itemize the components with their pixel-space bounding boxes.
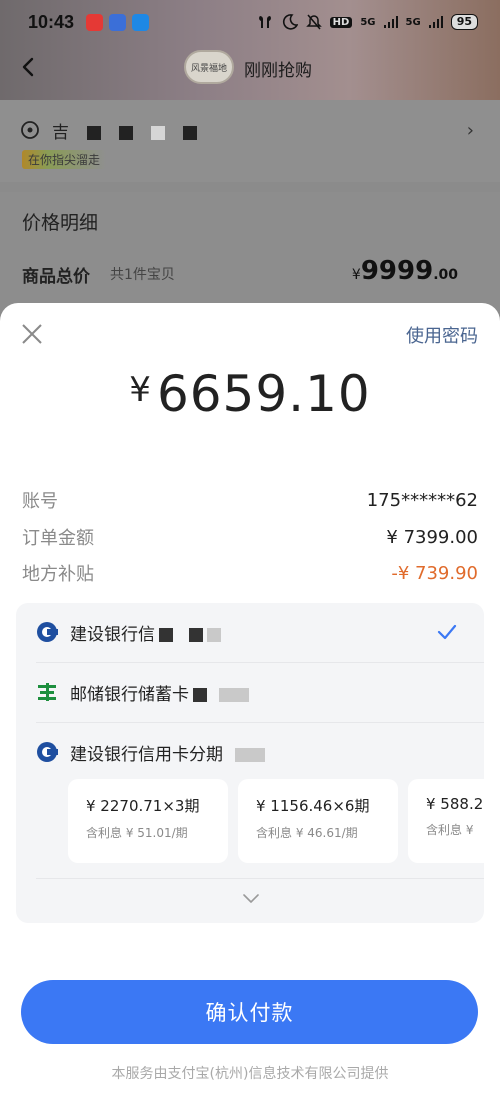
price-detail-title: 价格明细 [22, 212, 99, 234]
payment-method-psbc-debit[interactable]: 邮储银行储蓄卡 [16, 663, 484, 721]
installment-plan-12[interactable]: ¥ 588.2 含利息 ¥ [408, 779, 484, 863]
battery-icon: 95 [450, 14, 478, 30]
plan-interest: 含利息 ¥ 51.01/期 [86, 826, 188, 840]
network-5g-2: 5G [405, 16, 421, 28]
payment-method-ccb-installment[interactable]: 建设银行信用卡分期 [16, 723, 484, 781]
detail-value: ¥ 7399.00 [386, 526, 478, 548]
close-icon[interactable] [20, 322, 44, 346]
use-password-link[interactable]: 使用密码 [406, 322, 478, 348]
detail-row-order-amount: 订单金额 ¥ 7399.00 [22, 524, 478, 550]
method-name: 邮储银行储蓄卡 [70, 684, 189, 705]
detail-value: 175******62 [366, 489, 478, 511]
app-icon-2 [109, 13, 127, 31]
redacted-block [219, 687, 249, 702]
payment-method-ccb-credit[interactable]: 建设银行信 [16, 603, 484, 661]
shop-name[interactable]: 刚刚抢购 [244, 56, 312, 81]
chevron-right-icon: › [466, 120, 474, 141]
plan-interest: 含利息 ¥ 46.61/期 [256, 826, 358, 840]
installment-plan-3[interactable]: ¥ 2270.71×3期 含利息 ¥ 51.01/期 [68, 779, 228, 863]
redacted-block [151, 126, 165, 140]
signal-icon [428, 16, 443, 28]
ccb-bank-icon [37, 622, 58, 642]
detail-key: 账号 [22, 491, 58, 512]
redacted-block [235, 747, 265, 762]
ccb-bank-icon [37, 742, 58, 762]
method-name: 建设银行信 [70, 624, 155, 645]
price-detail-card: 价格明细 商品总价 共1件宝贝 ¥9999.00 [0, 192, 500, 312]
installment-plans: ¥ 2270.71×3期 含利息 ¥ 51.01/期 ¥ 1156.46×6期 … [68, 779, 484, 865]
network-5g-1: 5G [360, 16, 376, 28]
goods-price-dec: .00 [433, 267, 458, 283]
goods-total-label: 商品总价 [22, 267, 90, 287]
detail-row-account: 账号 175******62 [22, 487, 478, 513]
payment-method-panel: 建设银行信 邮储银行储蓄卡 建设银行信用卡分期 ¥ 2270.71×3期 含利息… [16, 603, 484, 923]
back-arrow-icon[interactable] [18, 56, 40, 78]
redacted-block [159, 627, 173, 642]
payment-method-label: 邮储银行储蓄卡 [70, 680, 249, 705]
goods-price-currency: ¥ [351, 267, 361, 283]
moon-icon [282, 14, 298, 30]
address-card[interactable]: 吉 › 在你指尖溜走 [0, 100, 500, 182]
detail-row-local-subsidy: 地方补贴 -¥ 739.90 [22, 560, 478, 586]
app-icon-1 [86, 13, 104, 31]
status-indicators: HD 5G 5G 95 [256, 14, 478, 30]
redacted-block [119, 126, 133, 140]
amount-value: 6659.10 [156, 365, 371, 423]
plan-amount: ¥ 2270.71×3期 [86, 797, 200, 815]
nav-bar: 风景福地 刚刚抢购 [0, 44, 500, 92]
divider [36, 878, 484, 879]
status-app-icons [86, 13, 150, 31]
payment-method-label: 建设银行信 [70, 620, 221, 645]
goods-count: 共1件宝贝 [110, 267, 175, 283]
payment-method-label: 建设银行信用卡分期 [70, 740, 265, 765]
status-bar: 10:43 HD 5G 5G 95 [0, 0, 500, 44]
address-text: 吉 [52, 118, 197, 143]
mute-icon [305, 14, 322, 30]
hd-badge: HD [329, 16, 353, 28]
plan-interest: 含利息 ¥ [426, 823, 474, 837]
detail-key: 地方补贴 [22, 564, 94, 585]
service-provider-note: 本服务由支付宝(杭州)信息技术有限公司提供 [111, 1066, 389, 1082]
redacted-block [87, 126, 101, 140]
shop-avatar[interactable]: 风景福地 [184, 50, 234, 84]
goods-price-int: 9999 [360, 256, 434, 286]
installment-plan-6[interactable]: ¥ 1156.46×6期 含利息 ¥ 46.61/期 [238, 779, 398, 863]
shop-avatar-text: 风景福地 [190, 63, 227, 74]
payment-sheet: 使用密码 ¥6659.10 账号 175******62 订单金额 ¥ 7399… [0, 303, 500, 1111]
detail-value: -¥ 739.90 [391, 562, 478, 584]
payment-amount: ¥6659.10 [0, 365, 500, 423]
status-time: 10:43 [28, 11, 75, 32]
signal-icon [383, 16, 398, 28]
detail-key: 订单金额 [22, 528, 94, 549]
redacted-block [189, 627, 203, 642]
psbc-bank-icon [38, 683, 56, 701]
redacted-block [207, 627, 221, 642]
method-name: 建设银行信用卡分期 [70, 744, 223, 765]
check-icon [437, 624, 457, 640]
address-banner: 在你指尖溜走 [22, 150, 107, 169]
amount-currency: ¥ [129, 370, 151, 410]
chevron-down-icon[interactable] [242, 893, 260, 905]
plan-amount: ¥ 1156.46×6期 [256, 797, 370, 815]
earbuds-icon [258, 16, 271, 28]
app-icon-3 [132, 13, 150, 31]
plan-amount: ¥ 588.2 [426, 795, 484, 813]
address-prefix: 吉 [52, 123, 69, 143]
location-pin-icon [21, 121, 39, 139]
redacted-block [183, 126, 197, 140]
goods-total-price: ¥9999.00 [352, 256, 458, 286]
confirm-payment-button[interactable]: 确认付款 [21, 980, 478, 1044]
redacted-block [193, 687, 207, 702]
